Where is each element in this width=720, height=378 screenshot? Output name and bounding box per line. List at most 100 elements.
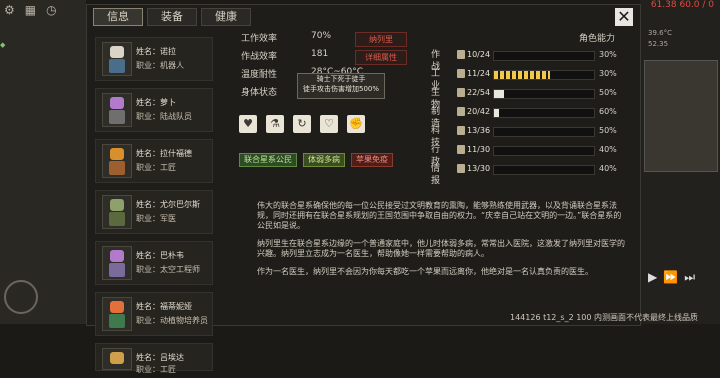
ability-icon <box>457 145 465 154</box>
cycle-icon[interactable]: ↻ <box>293 115 311 133</box>
ability-percent: 40% <box>599 145 617 154</box>
temperature-text: 39.6°C <box>648 29 672 37</box>
heart-plus-icon[interactable]: ♡ <box>320 115 338 133</box>
body-status-row: 身体状态 <box>241 85 277 98</box>
character-name: 姓名：萝卜 <box>136 98 176 107</box>
ability-progress-fill <box>494 109 499 117</box>
heart-star-icon[interactable]: ♥ <box>239 115 257 133</box>
play-icon[interactable]: ▶ <box>648 270 657 285</box>
top-red-readout: 61.38 60.0 / 0 <box>650 0 714 10</box>
ability-level: 13/30 <box>467 164 491 173</box>
minimap-panel[interactable] <box>644 60 718 172</box>
detailed-attributes-button[interactable]: 详细属性 <box>355 50 407 65</box>
character-job: 职业：工匠 <box>136 163 176 172</box>
ability-level: 11/30 <box>467 145 491 154</box>
build-watermark: 144126 t12_s_2 100 内测画面不代表最终上线品质 <box>510 313 699 322</box>
temperature-tolerance-row: 温度耐性 28°C~60°C <box>241 67 363 80</box>
character-info-window: 信息 装备 健康 ✕ 姓名：诺拉 职业：机器人 姓名：萝卜 职业：陆战队员 姓名… <box>86 4 641 374</box>
character-job: 职业：动植物培养员 <box>136 316 208 325</box>
character-card[interactable]: 姓名：诺拉 职业：机器人 <box>95 37 213 81</box>
work-efficiency-value: 70% <box>311 31 332 41</box>
avatar-head <box>110 199 124 211</box>
character-card[interactable]: 姓名：萝卜 职业：陆战队员 <box>95 88 213 132</box>
tab-bar: 信息 装备 健康 <box>93 8 251 26</box>
character-job: 职业：陆战队员 <box>136 112 192 121</box>
ability-level: 20/42 <box>467 107 491 116</box>
weather-readout: 39.6°C 52.35 <box>648 28 716 50</box>
ability-icon <box>457 88 465 97</box>
ability-progress-bar <box>493 89 595 99</box>
bottle-icon[interactable]: ⚗ <box>266 115 284 133</box>
clock-icon[interactable]: ◷ <box>46 3 56 17</box>
character-name: 姓名：拉什福德 <box>136 149 192 158</box>
vortex-icon[interactable] <box>4 280 38 314</box>
avatar-body <box>109 110 125 124</box>
grid-icon[interactable]: ▦ <box>25 3 36 17</box>
fist-icon[interactable]: ✊ <box>347 115 365 133</box>
ability-progress-bar <box>493 108 595 118</box>
tab-health[interactable]: 健康 <box>201 8 251 26</box>
tag-frail[interactable]: 体弱多病 <box>303 153 345 167</box>
gear-icon[interactable]: ⚙ <box>4 3 15 17</box>
ability-percent: 60% <box>599 107 617 116</box>
character-name: 姓名：福蒂妮娅 <box>136 302 192 311</box>
character-card[interactable]: 姓名：拉什福德 职业：工匠 <box>95 139 213 183</box>
character-name-button[interactable]: 纳列里 <box>355 32 407 47</box>
ability-progress-bar <box>493 165 595 175</box>
combat-efficiency-row: 作战效率 181 <box>241 49 328 62</box>
character-card[interactable]: 姓名：福蒂妮娅 职业：动植物培养员 <box>95 292 213 336</box>
trait-tooltip: 骑士下死于徒手 徒手攻击伤害增加500% <box>297 73 385 99</box>
trait-tags: 联合星系公民 体弱多病 苹果免疫 <box>239 153 393 167</box>
description-paragraph: 伟大的联合星系确保他的每一位公民接受过文明教育的熏陶，能够熟练使用武器，以及背诵… <box>257 201 622 230</box>
skip-icon[interactable]: ⏭ <box>684 270 695 285</box>
avatar <box>102 42 132 76</box>
ability-icon <box>457 126 465 135</box>
character-job: 职业：机器人 <box>136 61 184 70</box>
character-job: 职业：工匠 <box>136 365 176 374</box>
world-panel-left <box>0 0 86 324</box>
ability-progress-bar <box>493 146 595 156</box>
ability-progress-bar <box>493 70 595 80</box>
character-card[interactable]: 姓名：吕埃达 职业：工匠 <box>95 343 213 374</box>
ability-percent: 30% <box>599 50 617 59</box>
avatar-body <box>109 212 125 226</box>
combat-efficiency-label: 作战效率 <box>241 52 278 62</box>
avatar-body <box>109 314 125 328</box>
avatar <box>102 246 132 280</box>
tab-equipment[interactable]: 装备 <box>147 8 197 26</box>
tab-info[interactable]: 信息 <box>93 8 143 26</box>
body-status-label: 身体状态 <box>241 88 278 98</box>
close-button[interactable]: ✕ <box>615 8 633 26</box>
avatar-head <box>110 250 124 262</box>
tooltip-line-1: 骑士下死于徒手 <box>316 75 366 83</box>
character-name: 姓名：巴朴韦 <box>136 251 184 260</box>
close-icon: ✕ <box>617 7 631 26</box>
character-job: 职业：太空工程师 <box>136 265 200 274</box>
avatar <box>102 144 132 178</box>
avatar <box>102 348 132 370</box>
ability-progress-fill <box>494 90 504 98</box>
character-name: 姓名：尤尔巴尔斯 <box>136 200 200 209</box>
ability-percent: 50% <box>599 88 617 97</box>
ability-percent: 50% <box>599 126 617 135</box>
character-card[interactable]: 姓名：尤尔巴尔斯 职业：军医 <box>95 190 213 234</box>
tag-apple-immune[interactable]: 苹果免疫 <box>351 153 393 167</box>
character-card[interactable]: 姓名：巴朴韦 职业：太空工程师 <box>95 241 213 285</box>
ability-level: 11/24 <box>467 69 491 78</box>
character-job: 职业：军医 <box>136 214 176 223</box>
ability-icon <box>457 69 465 78</box>
work-efficiency-row: 工作效率 70% <box>241 31 331 44</box>
ability-icon <box>457 50 465 59</box>
avatar <box>102 93 132 127</box>
ability-name: 情报 <box>431 164 441 186</box>
avatar-body <box>109 263 125 277</box>
avatar <box>102 297 132 331</box>
tag-citizen[interactable]: 联合星系公民 <box>239 153 297 167</box>
avatar <box>102 195 132 229</box>
ability-percent: 30% <box>599 69 617 78</box>
fast-forward-icon[interactable]: ⏩ <box>663 270 678 285</box>
avatar-body <box>109 59 125 73</box>
character-list: 姓名：诺拉 职业：机器人 姓名：萝卜 职业：陆战队员 姓名：拉什福德 职业：工匠… <box>95 37 213 378</box>
avatar-head <box>110 97 124 109</box>
ability-level: 10/24 <box>467 50 491 59</box>
